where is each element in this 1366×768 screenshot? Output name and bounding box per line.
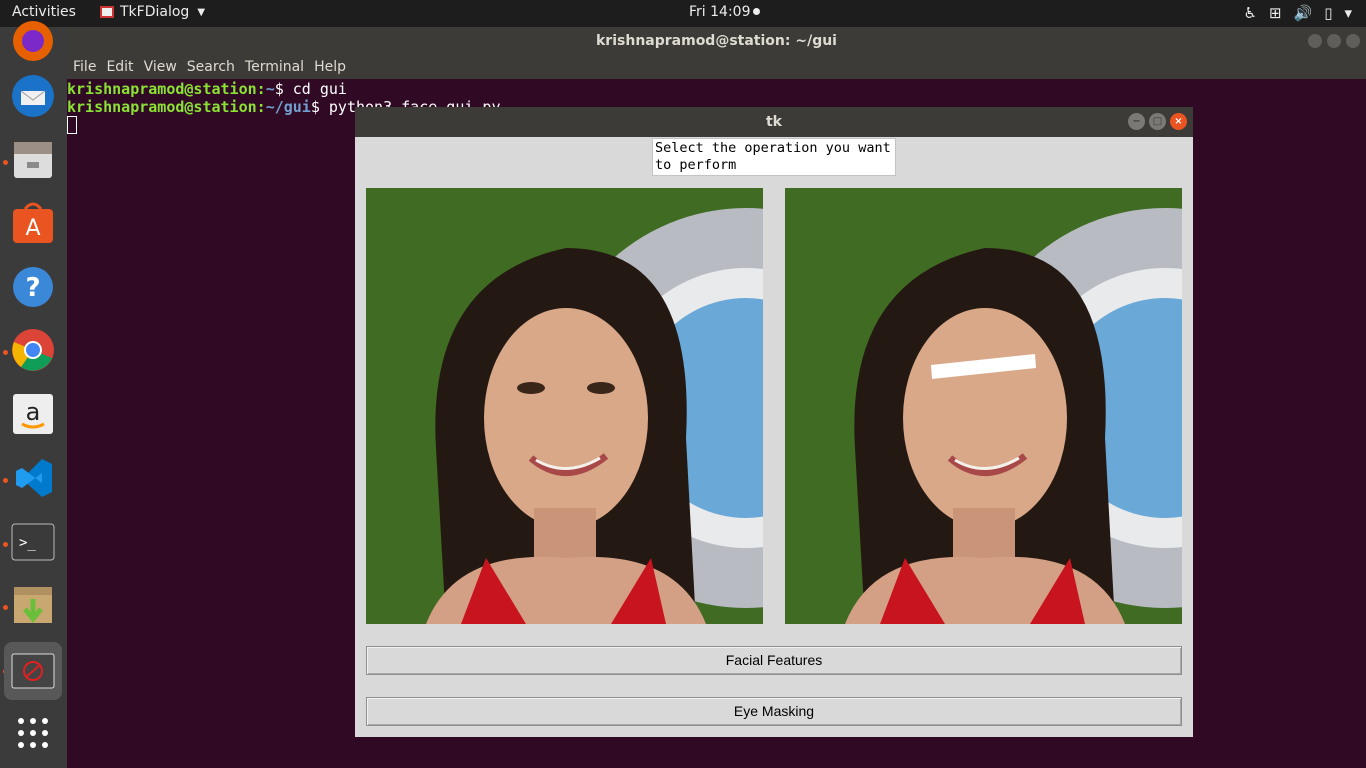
menu-search[interactable]: Search xyxy=(187,59,235,75)
dock: A ? a >_ xyxy=(0,21,67,768)
running-indicator xyxy=(3,478,8,483)
menu-file[interactable]: File xyxy=(73,59,96,75)
original-image xyxy=(366,188,763,624)
prompt-path: ~ xyxy=(265,80,275,98)
prompt-user: krishnapramod@station xyxy=(67,80,257,98)
accessibility-icon[interactable]: ♿ xyxy=(1243,3,1256,23)
running-indicator xyxy=(3,160,8,165)
tk-app-icon[interactable] xyxy=(4,642,62,700)
clock[interactable]: Fri 14:09 xyxy=(689,4,761,20)
terminal-icon[interactable]: >_ xyxy=(9,518,57,566)
prompt-path: ~/gui xyxy=(265,98,311,116)
close-icon[interactable]: × xyxy=(1170,113,1187,130)
window-title: krishnapramod@station: ~/gui xyxy=(596,33,837,49)
menu-terminal[interactable]: Terminal xyxy=(245,59,304,75)
prompt-text-box[interactable]: Select the operation you want to perform xyxy=(652,138,896,176)
volume-icon[interactable]: 🔊 xyxy=(1294,3,1313,23)
top-bar: Activities TkFDialog ▼ Fri 14:09 ♿ ⊞ 🔊 ▯… xyxy=(0,0,1366,27)
firefox-icon[interactable] xyxy=(9,17,57,65)
help-icon[interactable]: ? xyxy=(9,263,57,311)
menu-view[interactable]: View xyxy=(144,59,177,75)
network-icon[interactable]: ⊞ xyxy=(1269,3,1282,23)
eye-masked-image xyxy=(785,188,1182,624)
chrome-icon[interactable] xyxy=(9,326,57,374)
power-menu-icon[interactable]: ▾ xyxy=(1344,3,1352,23)
tk-window[interactable]: tk − □ × Select the operation you want t… xyxy=(355,107,1193,737)
installer-icon[interactable] xyxy=(9,581,57,629)
eye-masking-button[interactable]: Eye Masking xyxy=(366,697,1182,726)
terminal-cursor xyxy=(67,116,77,134)
maximize-icon[interactable] xyxy=(1327,34,1341,48)
app-menu[interactable]: TkFDialog ▼ xyxy=(100,4,205,20)
app-icon xyxy=(100,6,114,18)
running-indicator xyxy=(3,350,8,355)
show-apps-icon[interactable] xyxy=(9,709,57,757)
clock-label: Fri 14:09 xyxy=(689,4,751,20)
maximize-icon[interactable]: □ xyxy=(1149,113,1166,130)
running-indicator xyxy=(3,605,8,610)
command-text: cd gui xyxy=(292,80,347,98)
svg-text:a: a xyxy=(26,398,41,426)
menu-help[interactable]: Help xyxy=(314,59,346,75)
prompt-user: krishnapramod@station xyxy=(67,98,257,116)
terminal-menubar: File Edit View Search Terminal Help xyxy=(67,55,1366,79)
thunderbird-icon[interactable] xyxy=(9,72,57,120)
menu-edit[interactable]: Edit xyxy=(106,59,133,75)
svg-text:>_: >_ xyxy=(19,535,36,551)
window-title: tk xyxy=(765,114,782,130)
tk-titlebar[interactable]: tk − □ × xyxy=(355,107,1193,137)
minimize-icon[interactable] xyxy=(1308,34,1322,48)
amazon-icon[interactable]: a xyxy=(9,390,57,438)
terminal-line: krishnapramod@station:~$ cd gui xyxy=(67,80,347,98)
svg-text:?: ? xyxy=(25,273,40,303)
facial-features-button[interactable]: Facial Features xyxy=(366,646,1182,675)
system-tray[interactable]: ♿ ⊞ 🔊 ▯ ▾ xyxy=(1243,3,1352,23)
terminal-titlebar[interactable]: krishnapramod@station: ~/gui xyxy=(67,27,1366,55)
chevron-down-icon: ▼ xyxy=(197,6,206,18)
battery-icon[interactable]: ▯ xyxy=(1324,3,1332,23)
files-icon[interactable] xyxy=(9,136,57,184)
close-icon[interactable] xyxy=(1346,34,1360,48)
minimize-icon[interactable]: − xyxy=(1128,113,1145,130)
svg-text:A: A xyxy=(25,216,40,241)
app-menu-label: TkFDialog xyxy=(120,4,190,20)
vscode-icon[interactable] xyxy=(9,454,57,502)
running-indicator xyxy=(3,542,8,547)
notification-dot-icon xyxy=(753,8,761,15)
software-center-icon[interactable]: A xyxy=(9,199,57,247)
